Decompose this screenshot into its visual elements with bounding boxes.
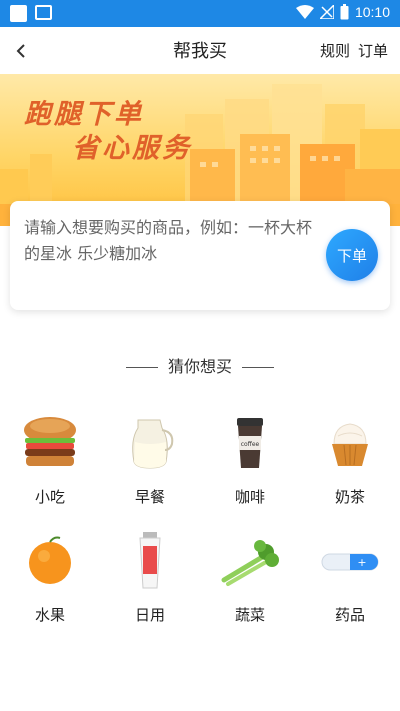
capsule-icon: + bbox=[321, 553, 379, 571]
toothpaste-icon bbox=[139, 532, 161, 589]
app-bar: 帮我买 规则 订单 bbox=[0, 27, 400, 74]
svg-text:coffee: coffee bbox=[241, 441, 260, 448]
category-daily-use[interactable]: 日用 bbox=[100, 530, 200, 625]
celery-icon bbox=[221, 540, 279, 586]
category-label: 咖啡 bbox=[234, 488, 265, 506]
category-label: 小吃 bbox=[34, 488, 65, 506]
image-notification-icon bbox=[35, 5, 52, 20]
battery-icon bbox=[340, 4, 349, 20]
wifi-icon bbox=[295, 5, 314, 19]
category-label: 日用 bbox=[134, 606, 165, 624]
coffee-cup-icon: coffee bbox=[237, 418, 263, 468]
category-label: 奶茶 bbox=[334, 488, 365, 506]
category-medicine[interactable]: + 药品 bbox=[300, 530, 400, 625]
guess-title: 猜你想买 bbox=[167, 357, 232, 376]
orders-link[interactable]: 订单 bbox=[358, 40, 388, 61]
place-order-button[interactable]: 下单 bbox=[326, 229, 378, 281]
category-fruit[interactable]: 水果 bbox=[0, 530, 100, 625]
category-label: 水果 bbox=[34, 606, 65, 624]
guess-section-header: 猜你想买 bbox=[0, 353, 400, 377]
svg-text:+: + bbox=[357, 556, 366, 569]
category-vegetables[interactable]: 蔬菜 bbox=[200, 530, 300, 625]
category-label: 药品 bbox=[334, 606, 365, 624]
notification-icon bbox=[10, 5, 27, 22]
orange-icon bbox=[29, 536, 71, 584]
divider-left bbox=[125, 367, 158, 368]
divider-right bbox=[242, 367, 274, 368]
category-label: 蔬菜 bbox=[234, 606, 265, 624]
order-card: 请输入想要购买的商品，例如：一杯大杯的星冰 乐少糖加冰 下单 bbox=[10, 201, 390, 310]
no-signal-icon bbox=[319, 5, 334, 19]
status-time: 10:10 bbox=[354, 4, 390, 20]
category-breakfast[interactable]: 早餐 bbox=[100, 412, 200, 507]
order-input[interactable]: 请输入想要购买的商品，例如：一杯大杯的星冰 乐少糖加冰 bbox=[24, 215, 320, 267]
status-bar: 10:10 bbox=[0, 0, 400, 27]
category-coffee[interactable]: coffee 咖啡 bbox=[200, 412, 300, 507]
milk-jug-icon bbox=[132, 419, 174, 469]
cupcake-icon bbox=[332, 423, 368, 466]
category-label: 早餐 bbox=[134, 488, 165, 506]
rules-link[interactable]: 规则 bbox=[320, 40, 350, 61]
category-milk-tea[interactable]: 奶茶 bbox=[300, 412, 400, 507]
banner-slogan-line2: 省心服务 bbox=[72, 133, 192, 164]
category-snack[interactable]: 小吃 bbox=[0, 412, 100, 507]
burger-icon bbox=[24, 417, 76, 466]
